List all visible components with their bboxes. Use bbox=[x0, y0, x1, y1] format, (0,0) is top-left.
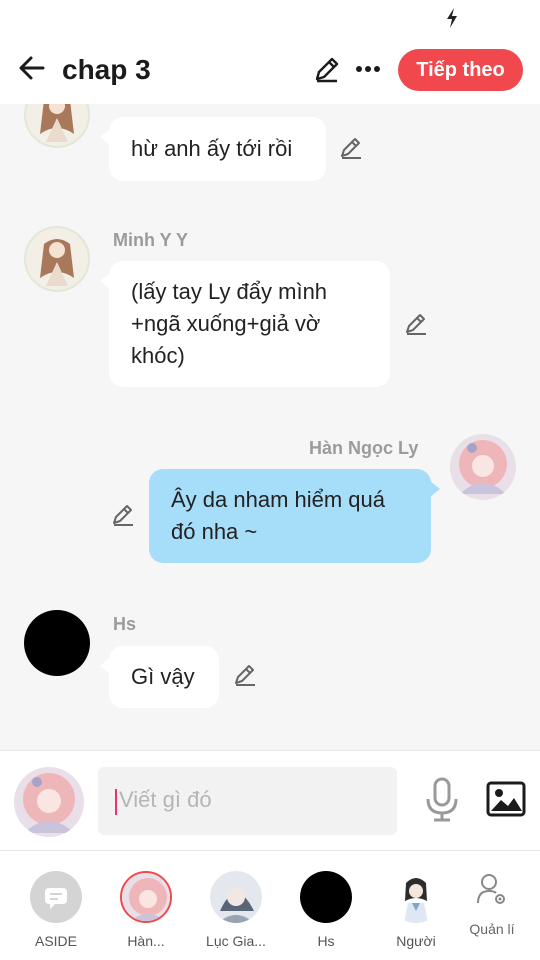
lightning-icon bbox=[447, 8, 457, 28]
pencil-icon[interactable] bbox=[312, 54, 342, 84]
image-icon[interactable] bbox=[486, 781, 526, 817]
input-bar: Viết gì đó bbox=[0, 750, 540, 850]
message-bubble[interactable]: Ây da nham hiểm quá đó nha ~ bbox=[149, 469, 440, 563]
pencil-icon[interactable] bbox=[232, 662, 258, 688]
sender-name: Hàn Ngọc Ly bbox=[309, 438, 419, 458]
back-button[interactable] bbox=[14, 50, 50, 86]
pencil-icon[interactable] bbox=[110, 502, 136, 528]
character-han-ngoc-ly[interactable]: Hàn... bbox=[106, 851, 186, 960]
character-luc-gia[interactable]: Lục Gia... bbox=[196, 851, 276, 960]
more-button[interactable] bbox=[354, 54, 382, 84]
message-text: (lấy tay Ly đẩy mình +ngã xuống+giả vờ k… bbox=[131, 279, 328, 368]
chat-area[interactable]: hừ anh ấy tới rồi Minh Y Y (lấy tay Ly đ… bbox=[0, 104, 540, 750]
message-input[interactable]: Viết gì đó bbox=[98, 767, 397, 835]
user-settings-icon bbox=[477, 874, 505, 904]
message-text: hừ anh ấy tới rồi bbox=[131, 136, 293, 161]
message-text: Gì vậy bbox=[131, 664, 195, 689]
manage-characters-button[interactable]: Quản lí bbox=[452, 851, 532, 960]
header: chap 3 Tiếp theo bbox=[0, 36, 540, 104]
message-input-placeholder: Viết gì đó bbox=[119, 787, 212, 812]
status-bar bbox=[0, 0, 540, 36]
current-character-avatar[interactable] bbox=[14, 767, 84, 837]
avatar bbox=[390, 871, 442, 923]
character-nguoi[interactable]: Người bbox=[376, 851, 456, 960]
pencil-icon[interactable] bbox=[338, 135, 364, 161]
character-label: Hàn... bbox=[127, 933, 165, 949]
avatar[interactable] bbox=[24, 226, 90, 292]
next-chapter-button[interactable]: Tiếp theo bbox=[398, 49, 523, 91]
microphone-icon[interactable] bbox=[424, 777, 460, 823]
avatar[interactable] bbox=[24, 104, 90, 148]
character-bar: ASIDE Hàn... Lục Gia... Hs Người Quản lí bbox=[0, 850, 540, 960]
avatar[interactable] bbox=[24, 610, 90, 676]
page-title: chap 3 bbox=[62, 54, 151, 85]
character-label: Hs bbox=[317, 933, 335, 949]
character-aside[interactable]: ASIDE bbox=[16, 851, 96, 960]
avatar bbox=[300, 871, 352, 923]
avatar[interactable] bbox=[450, 434, 516, 500]
character-label: Người bbox=[396, 933, 436, 949]
arrow-left-icon bbox=[19, 56, 45, 80]
avatar bbox=[210, 871, 262, 923]
message-text: Ây da nham hiểm quá đó nha ~ bbox=[171, 487, 386, 544]
message-bubble[interactable]: Gì vậy bbox=[100, 646, 219, 708]
sender-name: Hs bbox=[113, 614, 137, 634]
sender-name: Minh Y Y bbox=[113, 230, 189, 250]
message-bubble[interactable]: (lấy tay Ly đẩy mình +ngã xuống+giả vờ k… bbox=[100, 261, 390, 387]
character-hs[interactable]: Hs bbox=[286, 851, 366, 960]
chat-bubble-icon bbox=[30, 871, 82, 923]
character-label: ASIDE bbox=[34, 933, 77, 949]
character-label: Lục Gia... bbox=[206, 933, 266, 949]
ellipsis-icon bbox=[356, 66, 380, 72]
message-bubble[interactable]: hừ anh ấy tới rồi bbox=[100, 117, 326, 181]
avatar bbox=[120, 871, 172, 923]
character-label: Quản lí bbox=[469, 921, 515, 937]
pencil-icon[interactable] bbox=[403, 311, 429, 337]
